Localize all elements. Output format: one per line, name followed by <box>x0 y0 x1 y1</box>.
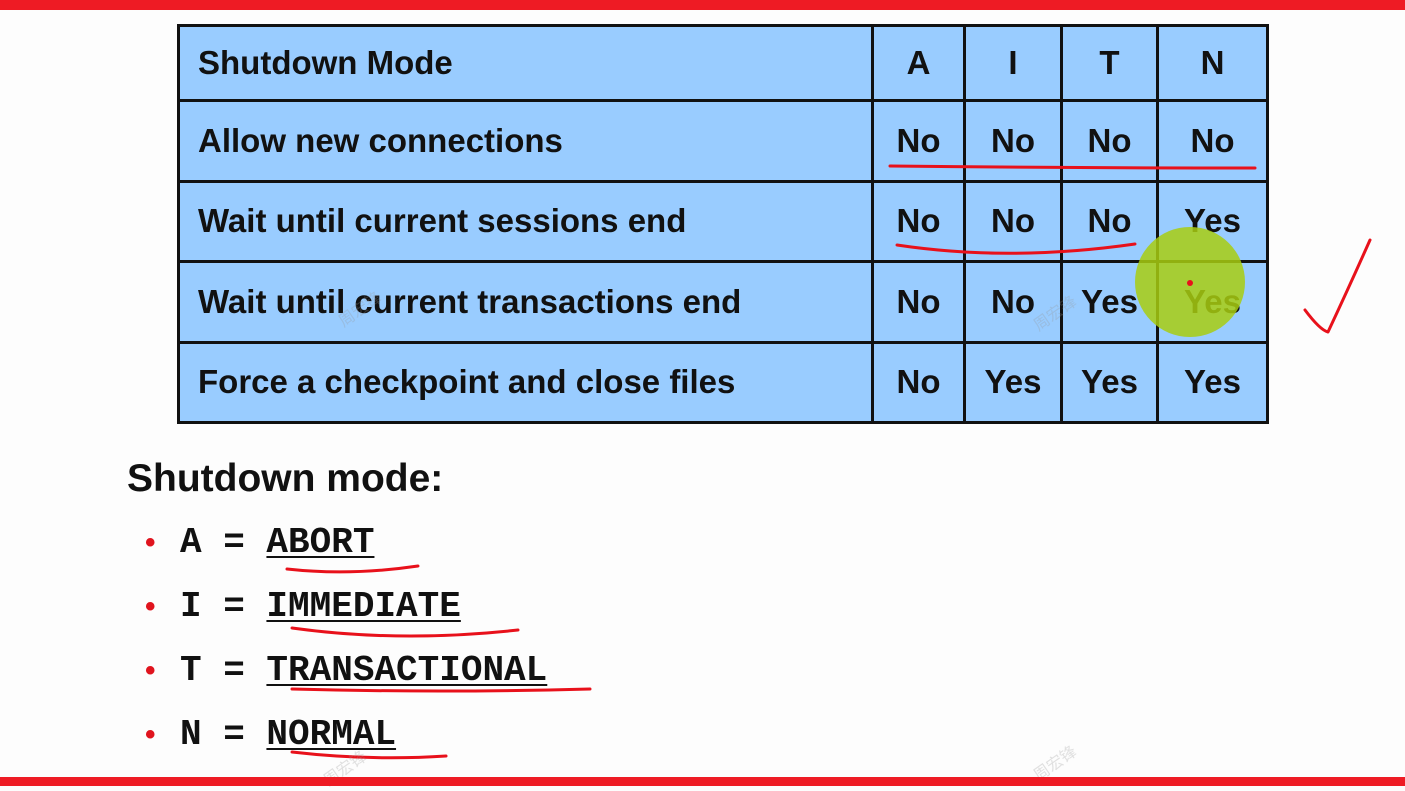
bullet-icon: • <box>145 718 156 751</box>
bullet-icon: • <box>145 590 156 623</box>
legend-equals: = <box>201 714 267 755</box>
top-frame-bar <box>0 0 1405 10</box>
legend-key: N <box>180 714 202 755</box>
checkmark-icon <box>1303 238 1372 334</box>
legend-key: A <box>180 522 202 563</box>
legend-key: I <box>180 586 202 627</box>
list-item: • I = IMMEDIATE <box>145 584 547 648</box>
legend-list: • A = ABORT • I = IMMEDIATE • T = TRANSACTI… <box>145 520 547 776</box>
legend-equals: = <box>201 586 267 627</box>
table-row: Allow new connections No No No No <box>177 99 1269 183</box>
legend-key: T <box>180 650 202 691</box>
bullet-icon: • <box>145 526 156 559</box>
row-label: Wait until current sessions end <box>177 179 874 264</box>
column-header-i: I <box>963 23 1063 103</box>
table-row: Wait until current transactions end No N… <box>177 260 1269 344</box>
legend-value: TRANSACTIONAL <box>266 650 548 691</box>
row-label: Wait until current transactions end <box>177 260 874 344</box>
table-cell: No <box>871 260 966 344</box>
legend-equals: = <box>201 650 267 691</box>
table-cell: No <box>871 99 966 183</box>
table-cell: No <box>963 179 1063 264</box>
column-header-t: T <box>1060 23 1159 103</box>
legend-title: Shutdown mode: <box>127 457 444 500</box>
table-cell: No <box>1060 179 1159 264</box>
table-cell: No <box>963 99 1063 183</box>
legend-value: NORMAL <box>266 714 397 755</box>
table-row: Wait until current sessions end No No No… <box>177 179 1269 264</box>
table-row: Force a checkpoint and close files No Ye… <box>177 340 1269 425</box>
row-label: Allow new connections <box>177 99 874 183</box>
shutdown-mode-table: Shutdown Mode A I T N Allow new connecti… <box>177 23 1269 425</box>
table-cell: No <box>1156 99 1269 183</box>
table-header-label: Shutdown Mode <box>177 23 874 103</box>
table-cell: Yes <box>1060 340 1159 425</box>
table-cell: Yes <box>1156 179 1269 264</box>
list-item: • A = ABORT <box>145 520 547 584</box>
table-cell: No <box>1060 99 1159 183</box>
table-cell: Yes <box>963 340 1063 425</box>
table-header-row: Shutdown Mode A I T N <box>177 23 1269 103</box>
list-item: • T = TRANSACTIONAL <box>145 648 547 712</box>
legend-value: ABORT <box>266 522 375 563</box>
bottom-frame-bar <box>0 777 1405 786</box>
table-cell: Yes <box>1156 340 1269 425</box>
legend-equals: = <box>201 522 267 563</box>
legend-value: IMMEDIATE <box>266 586 461 627</box>
column-header-a: A <box>871 23 966 103</box>
table-cell: No <box>871 340 966 425</box>
table-cell: Yes <box>1156 260 1269 344</box>
table-cell: No <box>871 179 966 264</box>
bullet-icon: • <box>145 654 156 687</box>
column-header-n: N <box>1156 23 1269 103</box>
row-label: Force a checkpoint and close files <box>177 340 874 425</box>
